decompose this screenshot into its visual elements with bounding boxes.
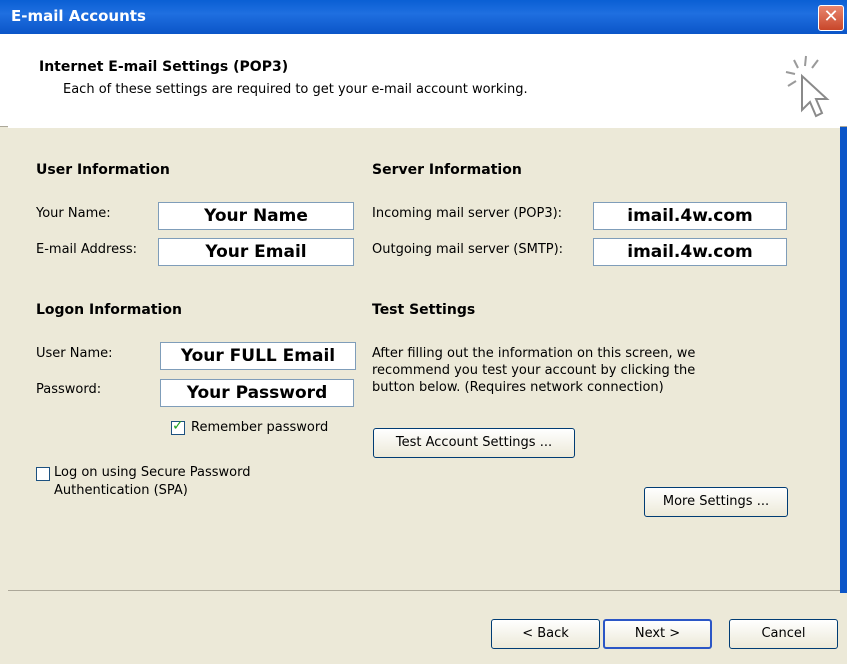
header-subtitle: Each of these settings are required to g… bbox=[63, 82, 528, 97]
test-settings-description: After filling out the information on thi… bbox=[372, 346, 696, 395]
user-name-label: User Name: bbox=[36, 346, 113, 361]
next-button[interactable]: Next > bbox=[603, 619, 712, 649]
remember-password-checkbox[interactable]: ✓ bbox=[171, 418, 185, 435]
incoming-server-field[interactable]: imail.4w.com bbox=[593, 202, 787, 230]
spa-label-line2: Authentication (SPA) bbox=[54, 483, 188, 498]
close-icon: ✕ bbox=[823, 6, 839, 27]
test-account-settings-button[interactable]: Test Account Settings ... bbox=[373, 428, 575, 458]
logon-info-heading: Logon Information bbox=[36, 302, 182, 318]
user-name-field[interactable]: Your FULL Email bbox=[160, 342, 356, 370]
your-name-field[interactable]: Your Name bbox=[158, 202, 354, 230]
email-address-field[interactable]: Your Email bbox=[158, 238, 354, 266]
test-settings-heading: Test Settings bbox=[372, 302, 476, 318]
back-button[interactable]: < Back bbox=[491, 619, 600, 649]
spa-checkbox[interactable] bbox=[36, 467, 50, 481]
wizard-header: Internet E-mail Settings (POP3) Each of … bbox=[0, 34, 847, 127]
password-field[interactable]: Your Password bbox=[160, 379, 354, 407]
your-name-label: Your Name: bbox=[36, 206, 111, 221]
outgoing-server-label: Outgoing mail server (SMTP): bbox=[372, 242, 564, 257]
remember-password-label: Remember password bbox=[191, 420, 329, 435]
title-bar: E-mail Accounts ✕ bbox=[0, 0, 847, 34]
more-settings-button[interactable]: More Settings ... bbox=[644, 487, 788, 517]
window-frame-right bbox=[840, 34, 847, 664]
user-info-heading: User Information bbox=[36, 162, 170, 178]
outgoing-server-field[interactable]: imail.4w.com bbox=[593, 238, 787, 266]
server-info-heading: Server Information bbox=[372, 162, 522, 178]
close-button[interactable]: ✕ bbox=[818, 5, 844, 31]
checkmark-icon: ✓ bbox=[172, 418, 184, 434]
spa-label-line1: Log on using Secure Password bbox=[54, 465, 251, 480]
cancel-button[interactable]: Cancel bbox=[729, 619, 838, 649]
incoming-server-label: Incoming mail server (POP3): bbox=[372, 206, 563, 221]
wizard-footer bbox=[0, 593, 847, 664]
header-title: Internet E-mail Settings (POP3) bbox=[39, 59, 289, 75]
wizard-cursor-icon bbox=[785, 55, 830, 118]
password-label: Password: bbox=[36, 382, 102, 397]
window-title: E-mail Accounts bbox=[11, 7, 146, 25]
email-address-label: E-mail Address: bbox=[36, 242, 138, 257]
